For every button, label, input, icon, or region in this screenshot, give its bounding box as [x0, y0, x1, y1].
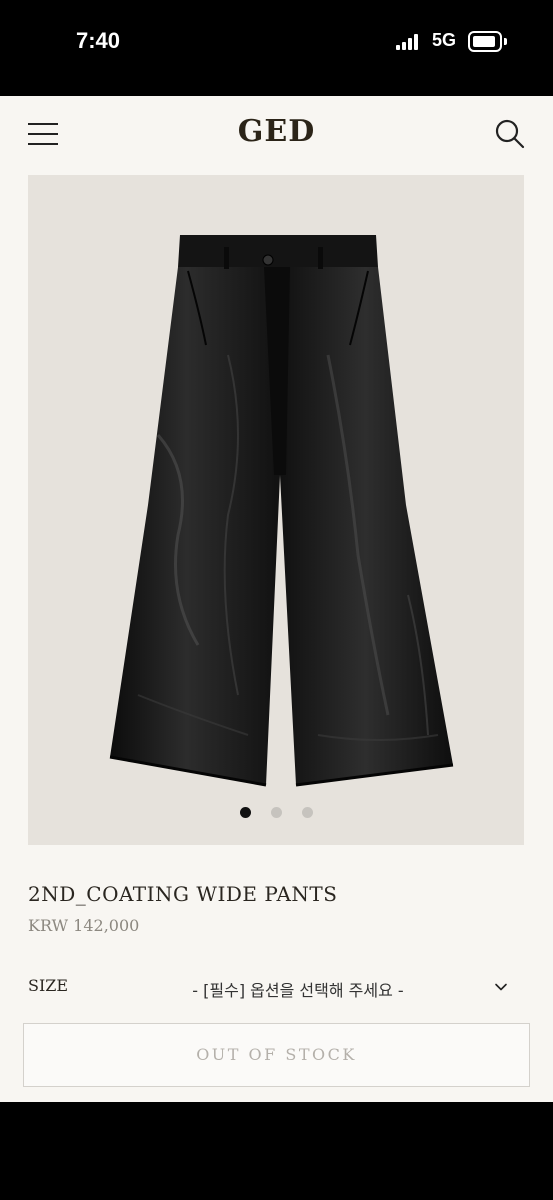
out-of-stock-label: OUT OF STOCK — [196, 1045, 357, 1064]
out-of-stock-button[interactable]: OUT OF STOCK — [23, 1023, 530, 1087]
product-name: 2ND_COATING WIDE PANTS — [28, 882, 338, 906]
product-gallery[interactable] — [28, 175, 524, 845]
size-select[interactable]: - [필수] 옵션을 선택해 주세요 - — [128, 974, 524, 1000]
product-page: GED 2ND_COATING WIDE PANTS KRW 142,000 S… — [0, 96, 553, 1102]
network-label: 5G — [432, 30, 457, 50]
chevron-down-icon — [495, 983, 507, 991]
site-header: GED — [0, 96, 553, 174]
signal-icon — [396, 34, 422, 50]
status-time: 7:40 — [76, 28, 121, 53]
size-select-value: - [필수] 옵션을 선택해 주세요 - — [192, 981, 404, 1000]
product-image — [109, 235, 454, 787]
gallery-dot[interactable] — [302, 807, 313, 818]
search-icon[interactable] — [494, 118, 526, 150]
product-price: KRW 142,000 — [28, 916, 140, 935]
gallery-dot[interactable] — [271, 807, 282, 818]
gallery-dot[interactable] — [240, 807, 251, 818]
battery-icon — [468, 31, 508, 52]
gallery-pagination — [28, 805, 524, 819]
size-option-row: SIZE - [필수] 옵션을 선택해 주세요 - — [28, 974, 524, 1000]
status-bar: 7:40 5G — [0, 0, 553, 96]
brand-logo[interactable]: GED — [0, 114, 553, 149]
bottom-bar — [0, 1102, 553, 1200]
size-label: SIZE — [28, 976, 69, 995]
